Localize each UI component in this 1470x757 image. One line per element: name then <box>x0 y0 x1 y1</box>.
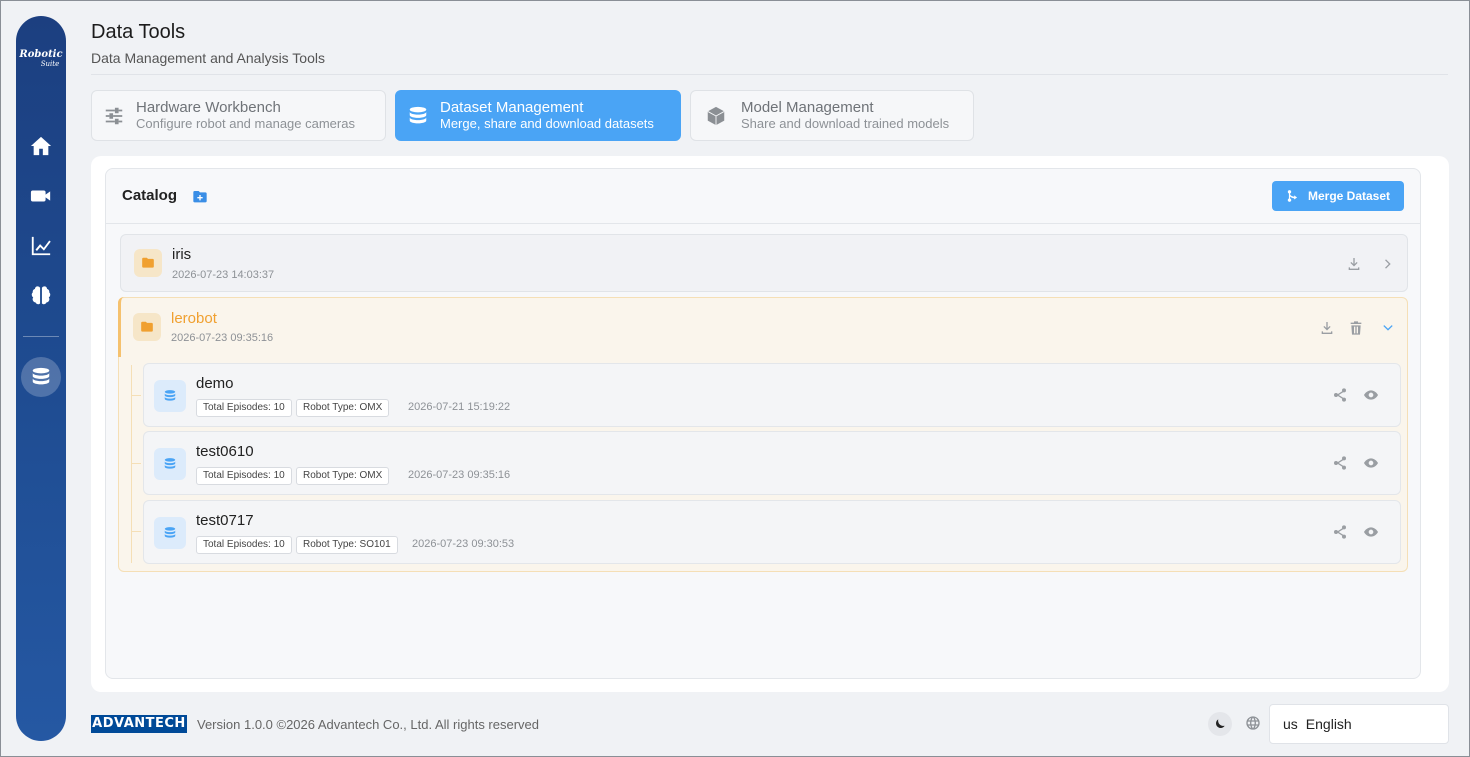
folder-icon <box>142 257 154 268</box>
tree-connector-tick <box>131 531 141 532</box>
folder-open-accent <box>118 297 1408 357</box>
database-icon <box>164 458 176 469</box>
sidebar-separator <box>23 336 59 337</box>
database-icon <box>32 367 50 385</box>
dataset-icon-box <box>154 448 186 480</box>
home-icon <box>30 136 52 156</box>
cube-icon <box>707 106 725 125</box>
eye-icon[interactable] <box>1362 454 1380 472</box>
catalog-header-divider <box>106 223 1420 224</box>
dataset-date: 2026-07-21 15:19:22 <box>408 401 511 413</box>
tab-description: Merge, share and download datasets <box>440 116 654 131</box>
tab-title: Model Management <box>741 99 874 116</box>
sidebar-item-data-tools[interactable] <box>21 357 61 397</box>
share-icon[interactable] <box>1331 523 1349 541</box>
dataset-row-test0610[interactable]: test0610 Total Episodes: 10 Robot Type: … <box>143 431 1401 495</box>
share-icon[interactable] <box>1331 454 1349 472</box>
database-icon <box>164 390 176 401</box>
robot-type-badge: Robot Type: OMX <box>296 399 390 417</box>
robot-type-badge: Robot Type: OMX <box>296 467 390 485</box>
tab-dataset-management[interactable]: Dataset Management Merge, share and down… <box>395 90 681 141</box>
eye-icon[interactable] <box>1362 523 1380 541</box>
dataset-name: demo <box>196 375 234 392</box>
share-icon[interactable] <box>1331 386 1349 404</box>
download-icon[interactable] <box>1345 255 1363 273</box>
page-title: Data Tools <box>91 21 186 43</box>
tree-connector-tick <box>131 463 141 464</box>
tab-title: Hardware Workbench <box>136 99 281 116</box>
dataset-row-demo[interactable]: demo Total Episodes: 10 Robot Type: OMX … <box>143 363 1401 427</box>
logo-main-text: Robotic <box>19 49 63 60</box>
sidebar-item-ai[interactable] <box>21 276 61 316</box>
chevron-right-icon[interactable] <box>1379 255 1397 273</box>
dataset-date: 2026-07-23 09:30:53 <box>412 538 515 550</box>
database-icon <box>409 106 427 123</box>
dataset-icon-box <box>154 517 186 549</box>
camera-icon <box>30 190 51 202</box>
logo-sub-text: Suite <box>40 60 60 68</box>
sidebar-item-camera[interactable] <box>21 176 61 216</box>
sliders-icon <box>105 107 123 124</box>
brain-icon <box>31 286 51 305</box>
new-folder-icon[interactable] <box>192 189 208 205</box>
tree-connector-tick <box>131 395 141 396</box>
footer-version: Version 1.0.0 ©2026 Advantech Co., Ltd. … <box>197 717 540 732</box>
app-logo: Robotic Suite <box>16 49 66 69</box>
advantech-logo: ADVANTECH <box>91 715 187 733</box>
tab-title: Dataset Management <box>440 99 584 116</box>
language-flag: us <box>1283 716 1298 732</box>
folder-date: 2026-07-23 09:35:16 <box>171 332 274 344</box>
globe-icon <box>1245 715 1263 733</box>
tab-model-management[interactable]: Model Management Share and download trai… <box>690 90 974 141</box>
tab-hardware-workbench[interactable]: Hardware Workbench Configure robot and m… <box>91 90 386 141</box>
merge-dataset-button[interactable]: Merge Dataset <box>1272 181 1404 211</box>
tab-description: Configure robot and manage cameras <box>136 116 355 131</box>
dataset-name: test0717 <box>196 512 254 529</box>
header-divider <box>91 74 1448 75</box>
episodes-badge: Total Episodes: 10 <box>196 536 292 554</box>
folder-icon-box <box>134 249 162 277</box>
chart-icon <box>31 236 51 256</box>
dataset-icon-box <box>154 380 186 412</box>
folder-date: 2026-07-23 14:03:37 <box>172 269 275 281</box>
catalog-title: Catalog <box>122 187 178 204</box>
robot-type-badge: Robot Type: SO101 <box>296 536 398 554</box>
merge-icon <box>1287 190 1298 202</box>
sidebar-item-home[interactable] <box>21 126 61 166</box>
database-icon <box>164 527 176 538</box>
theme-toggle-button[interactable] <box>1208 712 1232 736</box>
folder-name: lerobot <box>171 310 217 327</box>
episodes-badge: Total Episodes: 10 <box>196 399 292 417</box>
sidebar: Robotic Suite <box>16 16 66 741</box>
dataset-row-test0717[interactable]: test0717 Total Episodes: 10 Robot Type: … <box>143 500 1401 564</box>
dataset-name: test0610 <box>196 443 254 460</box>
moon-icon <box>1216 719 1225 728</box>
tab-description: Share and download trained models <box>741 116 950 131</box>
language-label: English <box>1305 716 1352 732</box>
sidebar-item-charts[interactable] <box>21 226 61 266</box>
language-select[interactable]: us English <box>1269 704 1449 744</box>
merge-dataset-label: Merge Dataset <box>1307 189 1391 203</box>
page-subtitle: Data Management and Analysis Tools <box>91 50 325 66</box>
folder-name: iris <box>172 246 192 263</box>
episodes-badge: Total Episodes: 10 <box>196 467 292 485</box>
dataset-date: 2026-07-23 09:35:16 <box>408 469 511 481</box>
eye-icon[interactable] <box>1362 386 1380 404</box>
folder-row-iris[interactable]: iris 2026-07-23 14:03:37 <box>120 234 1408 292</box>
